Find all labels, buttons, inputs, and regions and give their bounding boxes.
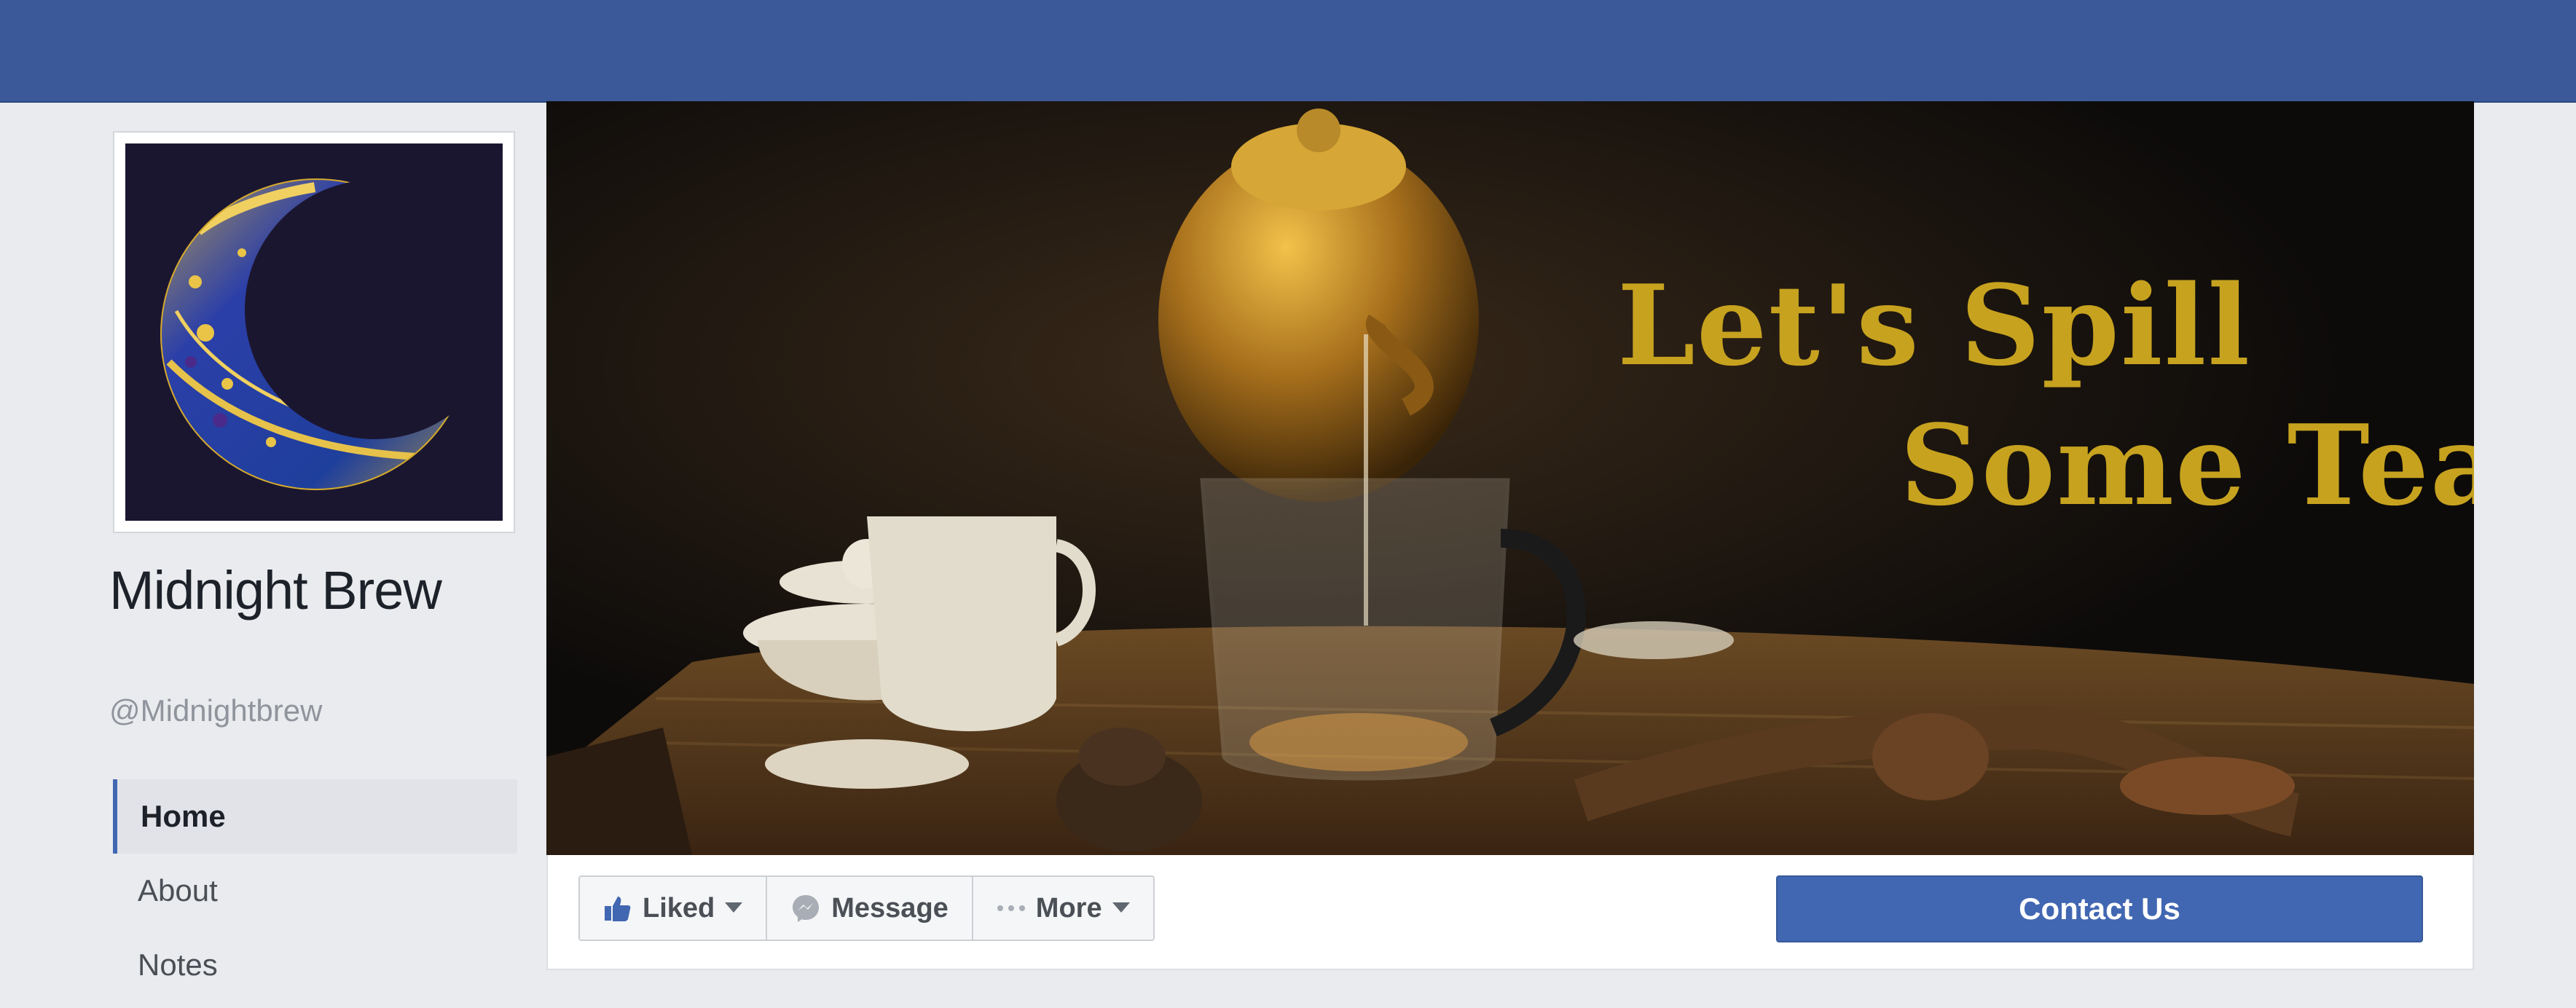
messenger-icon — [790, 893, 821, 924]
sidebar-item-home[interactable]: Home — [113, 779, 517, 854]
caret-down-icon — [1112, 902, 1130, 914]
cover-photo[interactable]: Let's Spill Some Tea — [546, 101, 2474, 855]
message-button[interactable]: Message — [767, 877, 973, 940]
profile-picture[interactable] — [113, 131, 515, 533]
message-label: Message — [831, 892, 949, 924]
caret-down-icon — [725, 902, 743, 914]
liked-button[interactable]: Liked — [580, 877, 768, 940]
sidebar-item-about[interactable]: About — [113, 854, 517, 928]
contact-us-button[interactable]: Contact Us — [1776, 875, 2423, 942]
more-dots-icon — [997, 905, 1026, 912]
action-button-group: Liked Message More — [578, 875, 1155, 941]
crescent-moon-logo — [125, 143, 503, 521]
cover-headline-line-1: Let's Spill — [1617, 260, 2252, 390]
more-button[interactable]: More — [973, 877, 1153, 940]
page-handle[interactable]: @Midnightbrew — [109, 693, 322, 728]
top-bar — [0, 0, 2576, 103]
page-title[interactable]: Midnight Brew — [109, 559, 442, 621]
thumbs-up-icon — [603, 894, 632, 923]
liked-label: Liked — [643, 892, 715, 924]
sidebar-item-notes[interactable]: Notes — [113, 928, 517, 1002]
cover-headline-line-2: Some Tea — [1900, 400, 2474, 530]
page-action-bar: Liked Message More Contact Us — [546, 855, 2474, 970]
more-label: More — [1035, 892, 1102, 924]
